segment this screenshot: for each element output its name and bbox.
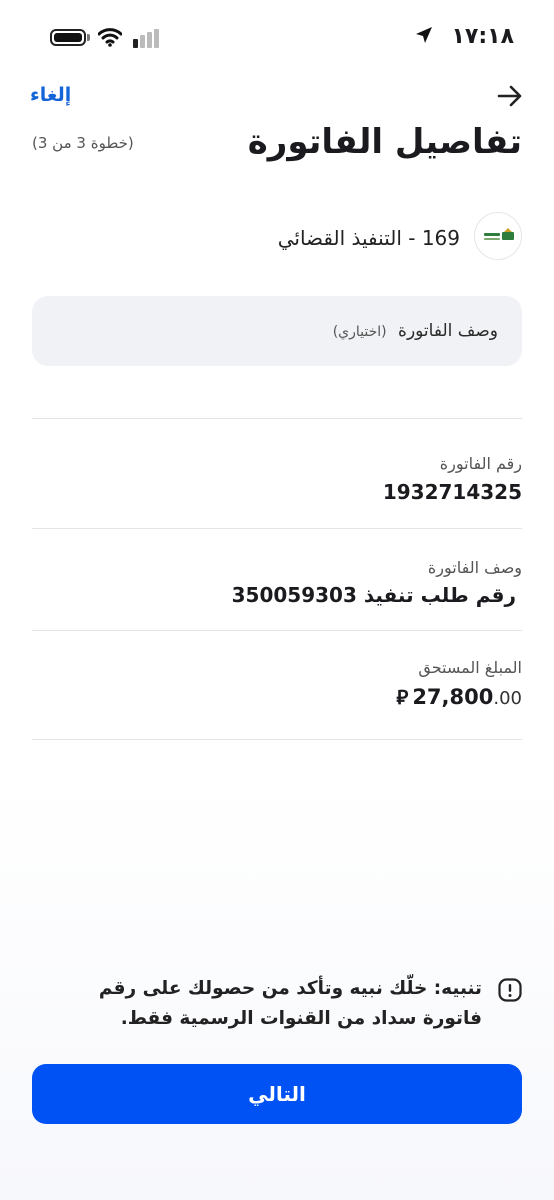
riyal-currency-symbol: ⃁ — [396, 685, 409, 709]
invoice-number-value: 1932714325 — [382, 480, 522, 504]
biller-name: 169 - التنفيذ القضائي — [277, 226, 460, 250]
next-button[interactable]: التالي — [32, 1064, 522, 1124]
cancel-button[interactable]: إلغاء — [30, 84, 71, 106]
description-placeholder: وصف الفاتورة — [398, 321, 498, 341]
arrow-right-icon[interactable] — [496, 84, 524, 108]
amount-due-label: المبلغ المستحق — [418, 658, 522, 677]
optional-tag: (اختياري) — [332, 324, 387, 340]
invoice-number-label: رقم الفاتورة — [439, 454, 522, 473]
wifi-icon — [98, 28, 122, 47]
divider — [32, 739, 522, 740]
battery-icon — [50, 29, 86, 46]
step-indicator: (خطوة 3 من 3) — [32, 134, 134, 152]
location-arrow-icon — [416, 27, 432, 43]
biller-emblem-icon — [484, 228, 514, 240]
status-time: ١٧:١٨ — [451, 24, 514, 49]
biller-logo — [474, 212, 522, 260]
invoice-description-input[interactable]: وصف الفاتورة (اختياري) — [32, 296, 522, 366]
amount-due-value: ⃁ 27,800 .00 — [396, 684, 522, 710]
notice-text: تنبيه: خلّك نبيه وتأكد من حصولك على رقم … — [98, 978, 482, 1029]
invoice-description-value: رقم طلب تنفيذ 350059303 — [231, 583, 516, 607]
battery-tip — [87, 34, 90, 41]
divider — [32, 630, 522, 631]
amount-integer: 27,800 — [412, 685, 494, 709]
exclamation-icon — [498, 978, 522, 1002]
next-button-label: التالي — [248, 1082, 306, 1106]
page-title: تفاصيل الفاتورة — [247, 122, 522, 162]
cellular-signal-icon — [133, 28, 161, 48]
invoice-description-label: وصف الفاتورة — [427, 558, 522, 577]
amount-decimal: .00 — [493, 688, 522, 709]
divider — [32, 528, 522, 529]
divider — [32, 418, 522, 419]
